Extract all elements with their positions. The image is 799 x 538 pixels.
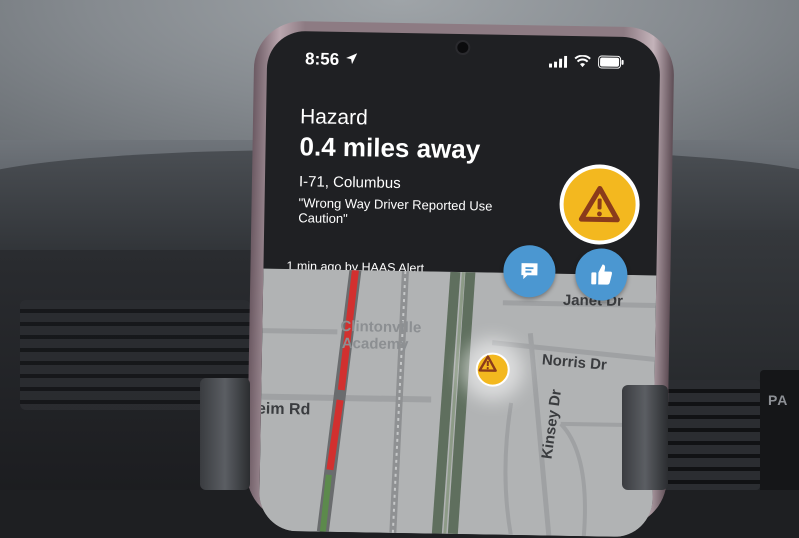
- hazard-badge: [558, 163, 641, 246]
- vent-panel: PA: [760, 370, 799, 490]
- front-camera: [457, 41, 469, 54]
- street-label-rd: eim Rd: [258, 400, 311, 419]
- alert-type: Hazard: [299, 105, 368, 130]
- warning-triangle-icon: [478, 355, 497, 372]
- hazard-alert-card[interactable]: Hazard 0.4 miles away I-71, Columbus "Wr…: [263, 71, 659, 276]
- battery-icon: [598, 55, 624, 69]
- warning-triangle-icon: [578, 185, 620, 223]
- wifi-icon: [574, 54, 591, 68]
- phone-mount-clip-left: [200, 378, 250, 490]
- cell-signal-icon: [548, 55, 568, 68]
- status-bar: 8:56: [267, 31, 661, 78]
- map-view[interactable]: Janet Dr Norris Dr Kinsey Dr eim Rd Clin…: [258, 268, 657, 538]
- location-arrow-icon: [346, 53, 358, 65]
- air-vent-right: [660, 380, 760, 490]
- status-time: 8:56: [304, 49, 340, 69]
- phone: 8:56 Hazard 0.4 miles away I-71, Columbu…: [246, 20, 675, 538]
- system-icons: [548, 54, 624, 69]
- phone-screen: 8:56 Hazard 0.4 miles away I-71, Columbu…: [258, 30, 661, 538]
- alert-message: "Wrong Way Driver Reported Use Caution": [298, 195, 493, 227]
- vent-label: PA: [768, 392, 789, 408]
- thumbs-up-icon: [591, 264, 612, 285]
- alert-road: I-71, Columbus: [298, 173, 401, 192]
- alert-distance: 0.4 miles away: [299, 131, 481, 165]
- comment-icon: [521, 263, 538, 280]
- map-label-school: Clintonville Academy: [340, 317, 422, 354]
- phone-mount-clip-right: [622, 385, 668, 490]
